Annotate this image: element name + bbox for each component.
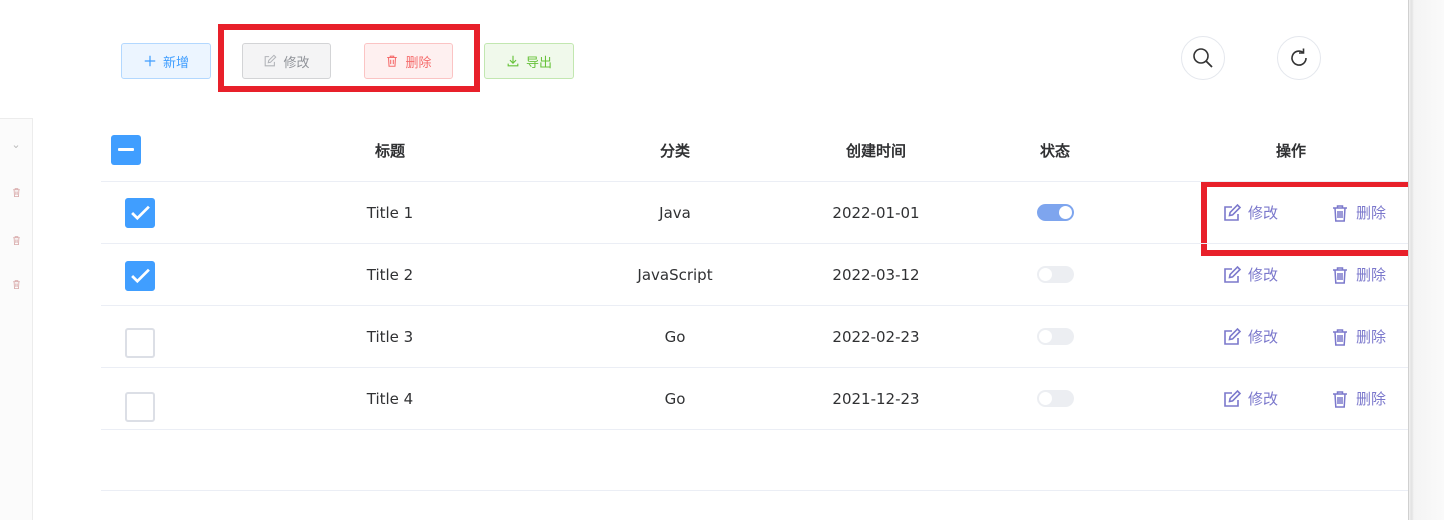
trash-icon[interactable] [0, 183, 32, 201]
table-row: Title 3 Go 2022-02-23 修改 删除 [101, 306, 1409, 368]
row-checkbox[interactable] [125, 261, 155, 291]
download-icon [507, 55, 519, 67]
cell-title: Title 3 [366, 327, 414, 346]
row-edit-label: 修改 [1248, 390, 1279, 408]
table-row: Title 2 JavaScript 2022-03-12 修改 删除 [101, 244, 1409, 306]
check-icon [131, 268, 150, 284]
plus-icon [144, 55, 156, 67]
cell-status [1005, 368, 1105, 429]
table-header: 标题 分类 创建时间 状态 操作 [101, 120, 1409, 182]
row-delete-label: 删除 [1356, 266, 1387, 284]
cell-status [1005, 306, 1105, 367]
row-edit-label: 修改 [1248, 204, 1279, 222]
row-checkbox[interactable] [125, 198, 155, 228]
chevron-down-icon[interactable]: ⌄ [0, 135, 32, 153]
header-created: 创建时间 [845, 142, 906, 160]
row-edit-button[interactable]: 修改 [1222, 306, 1278, 367]
edit-icon [1224, 265, 1242, 283]
export-button-label: 导出 [525, 55, 552, 71]
add-button-label: 新增 [162, 55, 189, 71]
add-button[interactable]: 新增 [121, 43, 211, 79]
header-title: 标题 [374, 142, 405, 160]
row-delete-button[interactable]: 删除 [1330, 182, 1386, 243]
table-row: Title 4 Go 2021-12-23 修改 删除 [101, 368, 1409, 430]
table-row: Title 1 Java 2022-01-01 修改 删除 [101, 182, 1409, 244]
edit-icon [1224, 203, 1242, 221]
select-all-checkbox[interactable] [111, 135, 141, 165]
row-delete-label: 删除 [1356, 328, 1387, 346]
status-switch[interactable] [1036, 204, 1074, 221]
row-checkbox[interactable] [125, 392, 155, 422]
row-checkbox[interactable] [125, 328, 155, 358]
trash-icon[interactable] [0, 231, 32, 249]
trash-icon [1333, 390, 1347, 408]
table-footer-divider [101, 490, 1409, 491]
row-edit-label: 修改 [1248, 266, 1279, 284]
row-delete-label: 删除 [1356, 204, 1387, 222]
refresh-icon [1291, 48, 1307, 66]
overlay-panel-edge [1408, 0, 1444, 520]
header-actions: 操作 [1275, 142, 1306, 160]
refresh-button[interactable] [1277, 36, 1321, 80]
row-edit-button[interactable]: 修改 [1222, 182, 1278, 243]
cell-status [1005, 182, 1105, 243]
cell-title: Title 4 [366, 389, 414, 408]
row-delete-label: 删除 [1356, 390, 1387, 408]
row-delete-button[interactable]: 删除 [1330, 244, 1386, 305]
trash-icon[interactable] [0, 275, 32, 293]
side-panel-edge: ⌄ [0, 118, 33, 520]
trash-icon [1333, 328, 1347, 346]
header-status: 状态 [1039, 142, 1070, 160]
edit-icon [1224, 327, 1242, 345]
cell-created: 2021-12-23 [832, 389, 920, 408]
cell-category: Go [664, 389, 686, 408]
cell-category: Java [659, 203, 691, 222]
trash-icon [1333, 266, 1347, 284]
cell-created: 2022-01-01 [832, 203, 920, 222]
cell-category: JavaScript [637, 265, 713, 284]
cell-created: 2022-03-12 [832, 265, 920, 284]
cell-title: Title 1 [366, 203, 414, 222]
cell-title: Title 2 [366, 265, 414, 284]
row-edit-label: 修改 [1248, 328, 1279, 346]
search-button[interactable] [1181, 36, 1225, 80]
row-delete-button[interactable]: 删除 [1330, 306, 1386, 367]
export-button[interactable]: 导出 [484, 43, 574, 79]
header-category: 分类 [659, 142, 690, 160]
trash-icon [1333, 204, 1347, 222]
search-icon [1193, 48, 1213, 68]
edit-icon [1224, 389, 1242, 407]
status-switch[interactable] [1036, 390, 1074, 407]
check-icon [131, 205, 150, 221]
cell-status [1005, 244, 1105, 305]
cell-created: 2022-02-23 [832, 327, 920, 346]
row-delete-button[interactable]: 删除 [1330, 368, 1386, 429]
highlight-box-toolbar [218, 24, 480, 92]
status-switch[interactable] [1036, 266, 1074, 283]
row-edit-button[interactable]: 修改 [1222, 244, 1278, 305]
status-switch[interactable] [1036, 328, 1074, 345]
row-edit-button[interactable]: 修改 [1222, 368, 1278, 429]
cell-category: Go [664, 327, 686, 346]
